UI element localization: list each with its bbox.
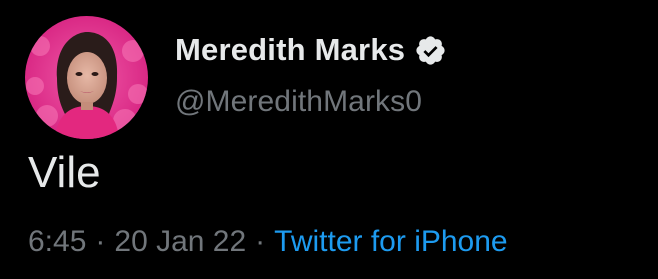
author-handle[interactable]: @MeredithMarks0	[175, 85, 422, 119]
meta-separator: ·	[95, 225, 106, 258]
tweet-text: Vile	[28, 148, 101, 197]
verified-badge-icon	[414, 34, 447, 67]
tweet-date[interactable]: 20 Jan 22	[114, 225, 246, 259]
tweet-time[interactable]: 6:45	[28, 225, 86, 259]
source-link[interactable]: Twitter for iPhone	[274, 225, 507, 259]
avatar-image	[25, 16, 148, 139]
author-name-row: Meredith Marks	[175, 30, 447, 70]
tweet-card: Meredith Marks @MeredithMarks0 Vile 6:45…	[0, 0, 658, 279]
display-name[interactable]: Meredith Marks	[175, 32, 405, 68]
meta-separator: ·	[255, 225, 266, 258]
avatar[interactable]	[25, 16, 148, 139]
tweet-meta: 6:45 · 20 Jan 22 · Twitter for iPhone	[28, 225, 508, 259]
